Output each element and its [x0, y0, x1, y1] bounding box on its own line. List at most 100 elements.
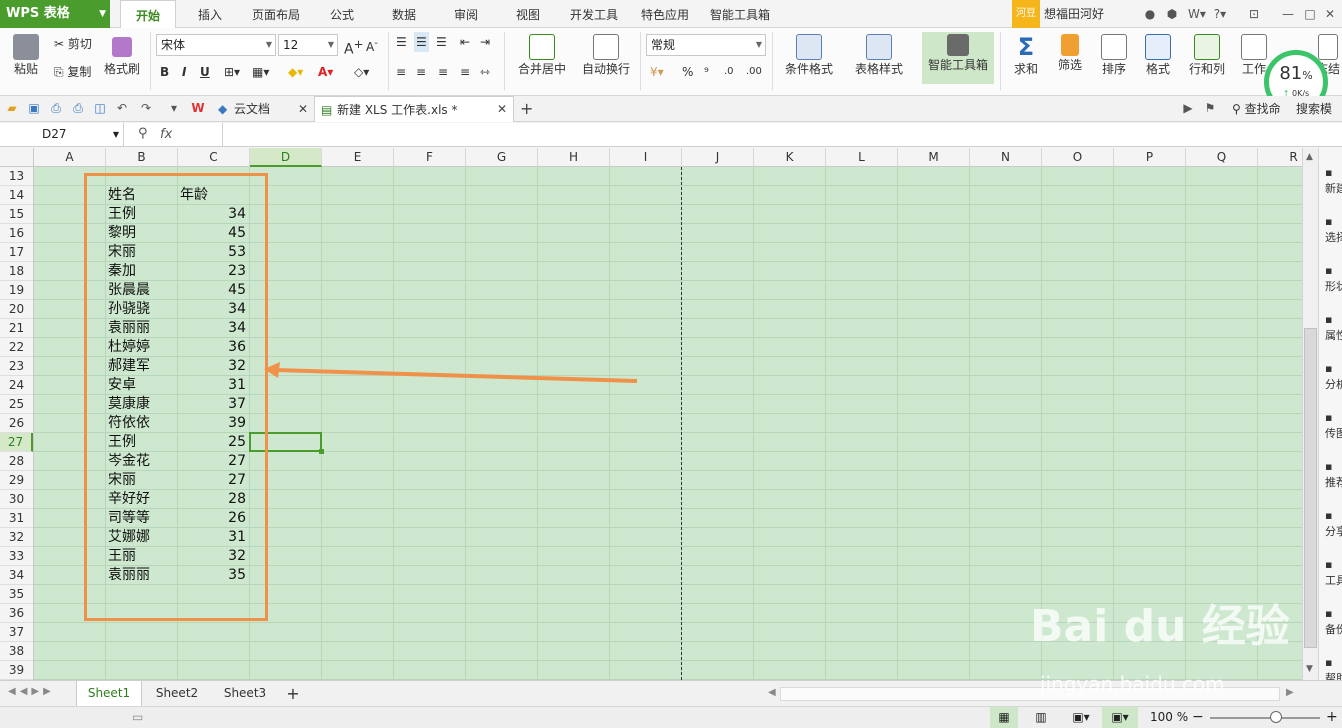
row-header-36[interactable]: 36: [0, 604, 33, 623]
insert-function-button[interactable]: fx: [160, 123, 172, 146]
thousands-button[interactable]: ⁹: [704, 62, 709, 82]
fill-pattern-button[interactable]: ▦▾: [252, 62, 269, 82]
merge-center-button[interactable]: 合并居中: [510, 34, 574, 77]
row-header-29[interactable]: 29: [0, 471, 33, 490]
column-header-a[interactable]: A: [34, 148, 106, 167]
side-panel-shape[interactable]: ▪ 形状: [1325, 264, 1342, 294]
column-header-k[interactable]: K: [754, 148, 826, 167]
tab-sheet3[interactable]: Sheet3: [212, 681, 278, 706]
vertical-scroll-thumb[interactable]: [1304, 328, 1317, 648]
column-header-f[interactable]: F: [394, 148, 466, 167]
row-col-button[interactable]: 行和列: [1182, 34, 1232, 77]
user-name[interactable]: 想福田河好: [1044, 0, 1104, 28]
row-header-26[interactable]: 26: [0, 414, 33, 433]
column-header-d[interactable]: D: [250, 148, 322, 167]
justify-icon[interactable]: ≡: [460, 62, 470, 82]
column-header-o[interactable]: O: [1042, 148, 1114, 167]
font-size-select[interactable]: 12 ▼: [278, 34, 338, 56]
side-panel-tool[interactable]: ▪ 工具: [1325, 558, 1342, 588]
font-grow-button[interactable]: A+: [344, 34, 363, 58]
column-header-b[interactable]: B: [106, 148, 178, 167]
scroll-down-icon[interactable]: ▼: [1306, 664, 1313, 674]
close-icon[interactable]: ✕: [1320, 4, 1340, 24]
restore-window-icon[interactable]: ⊡: [1244, 4, 1264, 24]
font-shrink-button[interactable]: A-: [366, 34, 378, 54]
row-header-33[interactable]: 33: [0, 547, 33, 566]
tab-current-file[interactable]: ▤ 新建 XLS 工作表.xls *: [314, 96, 514, 122]
column-header-n[interactable]: N: [970, 148, 1042, 167]
tab-formula[interactable]: 公式: [320, 0, 364, 28]
column-header-q[interactable]: Q: [1186, 148, 1258, 167]
zoom-out-icon[interactable]: −: [1192, 707, 1204, 728]
align-right-icon[interactable]: ≡: [438, 62, 448, 82]
row-header-25[interactable]: 25: [0, 395, 33, 414]
row-header-32[interactable]: 32: [0, 528, 33, 547]
side-panel-property[interactable]: ▪ 属性: [1325, 313, 1342, 343]
cut-button[interactable]: ✂ 剪切: [54, 34, 92, 54]
row-header-15[interactable]: 15: [0, 205, 33, 224]
hedou-badge[interactable]: 河豆: [1012, 0, 1040, 28]
row-header-24[interactable]: 24: [0, 376, 33, 395]
indent-increase-icon[interactable]: ⇥: [480, 32, 490, 52]
row-header-21[interactable]: 21: [0, 319, 33, 338]
align-center-icon[interactable]: ≡: [416, 62, 426, 82]
column-header-p[interactable]: P: [1114, 148, 1186, 167]
distribute-icon[interactable]: ⇿: [480, 62, 490, 82]
side-panel-backup[interactable]: ▪ 备份: [1325, 607, 1342, 637]
tab-review[interactable]: 审阅: [444, 0, 488, 28]
column-header-h[interactable]: H: [538, 148, 610, 167]
row-header-28[interactable]: 28: [0, 452, 33, 471]
underline-button[interactable]: U: [200, 62, 210, 82]
side-panel-select[interactable]: ▪ 选择: [1325, 215, 1342, 245]
page-break-view-icon[interactable]: ▣▾: [1066, 707, 1096, 728]
tab-home[interactable]: 开始: [120, 0, 176, 29]
currency-icon[interactable]: ¥▾: [650, 62, 664, 82]
column-header-r[interactable]: R: [1258, 148, 1302, 167]
skin-icon[interactable]: ●: [1140, 4, 1160, 24]
row-header-18[interactable]: 18: [0, 262, 33, 281]
align-left-icon[interactable]: ≡: [396, 62, 406, 82]
screen-icon[interactable]: ▶: [1180, 100, 1196, 116]
clear-format-button[interactable]: ◇▾: [354, 62, 369, 82]
column-header-i[interactable]: I: [610, 148, 682, 167]
search-template-box[interactable]: 搜索模: [1296, 99, 1332, 119]
select-all-corner[interactable]: [0, 148, 34, 167]
tab-sheet2[interactable]: Sheet2: [146, 681, 208, 706]
customize-dropdown-icon[interactable]: ▾: [166, 100, 182, 116]
scroll-up-icon[interactable]: ▲: [1306, 152, 1313, 162]
smart-toolbox-button[interactable]: 智能工具箱: [922, 32, 994, 84]
settings-icon[interactable]: ⬢: [1162, 4, 1182, 24]
side-panel-new[interactable]: ▪ 新建: [1325, 166, 1342, 196]
table-style-button[interactable]: 表格样式: [846, 34, 912, 77]
zoom-slider[interactable]: [1210, 717, 1320, 719]
row-header-38[interactable]: 38: [0, 642, 33, 661]
reading-mode-icon[interactable]: ▣▾: [1102, 707, 1138, 728]
format-painter-button[interactable]: 格式刷: [102, 34, 142, 77]
wps-cloud-icon[interactable]: W▾: [1184, 4, 1210, 24]
print-preview-icon[interactable]: ◫: [92, 100, 108, 116]
page-layout-view-icon[interactable]: ▥: [1030, 707, 1052, 728]
row-header-37[interactable]: 37: [0, 623, 33, 642]
fill-color-button[interactable]: ◆▾: [288, 62, 303, 82]
italic-button[interactable]: I: [182, 62, 186, 82]
side-panel-share[interactable]: ▪ 分享: [1325, 509, 1342, 539]
sheet-nav-arrows-icon[interactable]: ◀◀▶▶: [8, 686, 55, 697]
zoom-in-icon[interactable]: +: [1326, 707, 1338, 728]
percent-button[interactable]: %: [682, 62, 693, 82]
increase-decimal-button[interactable]: .0: [724, 62, 734, 82]
sort-button[interactable]: 排序: [1094, 34, 1134, 77]
sum-button[interactable]: Σ 求和: [1006, 34, 1046, 77]
wps-icon[interactable]: W: [190, 100, 206, 116]
wrap-text-button[interactable]: 自动换行: [578, 34, 634, 77]
font-color-button[interactable]: A▾: [318, 62, 333, 82]
normal-view-icon[interactable]: ▦: [990, 707, 1018, 728]
export-pdf-icon[interactable]: ⎙: [48, 100, 64, 116]
open-folder-icon[interactable]: ▰: [4, 100, 20, 116]
tab-sheet1[interactable]: Sheet1: [76, 681, 142, 706]
save-icon[interactable]: ▣: [26, 100, 42, 116]
decrease-decimal-button[interactable]: .00: [746, 62, 762, 82]
side-panel-recommend[interactable]: ▪ 推荐: [1325, 460, 1342, 490]
side-panel-upload[interactable]: ▪ 传图: [1325, 411, 1342, 441]
column-header-j[interactable]: J: [682, 148, 754, 167]
row-header-39[interactable]: 39: [0, 661, 33, 680]
